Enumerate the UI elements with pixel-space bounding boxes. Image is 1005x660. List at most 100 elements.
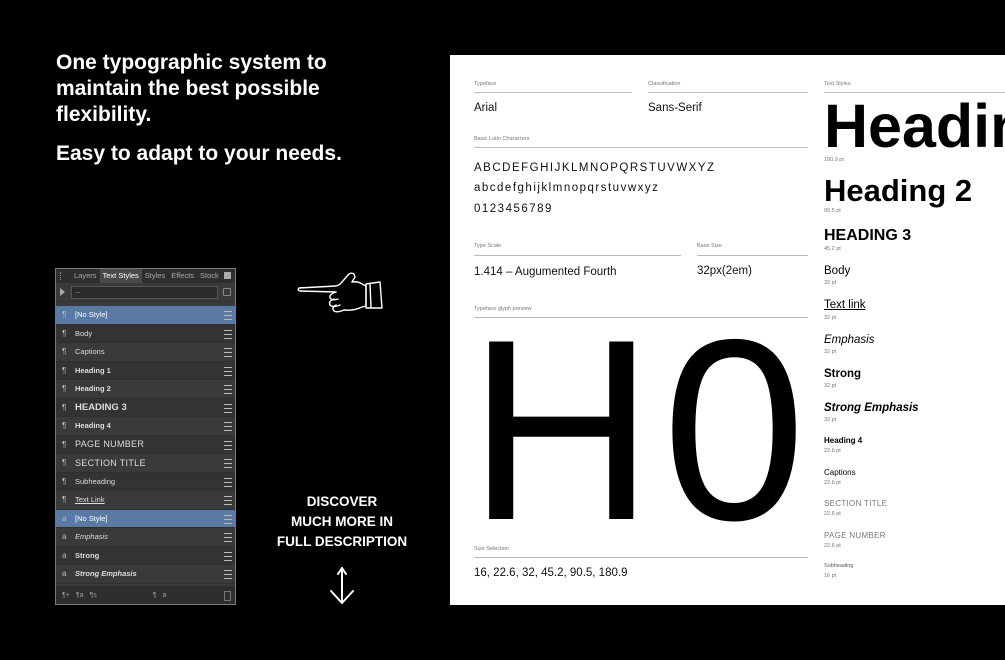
style-list-item[interactable]: a Emphasis xyxy=(56,528,235,547)
style-list-item[interactable]: ¶ Captions xyxy=(56,343,235,362)
typeface-value: Arial xyxy=(474,102,498,114)
headline: One typographic system to maintain the b… xyxy=(56,51,327,126)
paragraph-style-icon: ¶ xyxy=(62,439,67,449)
paragraph-style-icon: ¶ xyxy=(62,421,67,431)
style-sample-heading-2: Heading 2 xyxy=(824,173,973,208)
divider xyxy=(474,92,632,93)
base-size-label: Base Size xyxy=(697,243,722,249)
tab-styles[interactable]: Styles xyxy=(142,269,168,283)
style-list-item[interactable]: ¶ Heading 2 xyxy=(56,380,235,399)
style-size-body: 32 pt xyxy=(824,280,837,286)
tab-effects[interactable]: Effects xyxy=(168,269,197,283)
new-character-style-icon[interactable]: ¶a xyxy=(76,592,84,599)
style-list-item[interactable]: ¶ [No Style] xyxy=(56,306,235,325)
style-options-icon[interactable] xyxy=(224,403,232,413)
apply-style-icon[interactable]: ¶ xyxy=(153,592,157,599)
style-list-item-label: Text Link xyxy=(75,495,105,505)
style-list-item-label: Strong Emphasis xyxy=(75,569,137,579)
style-options-icon[interactable] xyxy=(224,385,232,394)
paragraph-style-icon: ¶ xyxy=(62,402,67,412)
style-list-item[interactable]: a [No Style] xyxy=(56,509,235,528)
style-list-item-label: Body xyxy=(75,328,93,338)
character-style-icon: a xyxy=(62,569,67,579)
style-options-icon[interactable] xyxy=(224,533,232,542)
lowercase-characters: abcdefghijklmnopqrstuvwxyz xyxy=(474,182,660,194)
style-list-item[interactable]: ¶ Heading 4 xyxy=(56,417,235,436)
style-options-icon[interactable] xyxy=(224,514,232,524)
tab-text-styles[interactable]: Text Styles xyxy=(99,269,142,283)
style-size-captions: 22.6 pt xyxy=(824,480,841,486)
style-list-item[interactable]: ¶ Heading 1 xyxy=(56,361,235,380)
style-size-heading-4: 22.6 pt xyxy=(824,448,841,454)
style-size-heading-1: 180.9 pt xyxy=(824,157,844,163)
panel-grip-handle[interactable] xyxy=(60,272,65,280)
text-styles-label: Text Styles xyxy=(824,81,851,87)
style-list-item-label: Captions xyxy=(75,347,105,357)
style-search-input[interactable]: ... xyxy=(71,285,218,299)
style-sample-heading-3: HEADING 3 xyxy=(824,227,912,244)
style-options-icon[interactable] xyxy=(224,551,232,561)
style-size-emphasis: 32 pt xyxy=(824,349,837,355)
style-size-page-number: 22.6 pt xyxy=(824,543,841,549)
divider xyxy=(474,557,808,558)
character-style-icon: a xyxy=(62,513,67,523)
style-options-icon[interactable] xyxy=(224,329,232,339)
size-selection-label: Size Selection xyxy=(474,546,509,552)
style-sample-section-title: SECTION TITLE xyxy=(824,499,888,508)
style-list-item[interactable]: ¶ Subheading xyxy=(56,472,235,491)
basic-latin-label: Basic Latin Characters xyxy=(474,136,530,142)
style-list-item[interactable]: a Strong Emphasis xyxy=(56,565,235,584)
style-options-icon[interactable] xyxy=(224,477,232,487)
style-sample-captions: Captions xyxy=(824,468,856,477)
style-sample-text-link[interactable]: Text link xyxy=(824,298,866,312)
style-list-item[interactable]: a Strong xyxy=(56,546,235,565)
style-size-section-title: 22.6 pt xyxy=(824,511,841,517)
style-sample-page-number: PAGE NUMBER xyxy=(824,531,886,540)
style-size-subheading: 16 pt xyxy=(824,573,837,579)
new-paragraph-style-icon[interactable]: ¶+ xyxy=(62,592,70,599)
panel-menu-icon[interactable] xyxy=(224,272,231,279)
style-options-icon[interactable] xyxy=(224,422,232,431)
style-options-icon[interactable] xyxy=(224,440,232,450)
base-size-value: 32px(2em) xyxy=(697,265,752,277)
typeface-label: Typeface xyxy=(474,81,497,87)
paragraph-style-icon: ¶ xyxy=(62,328,67,338)
tab-stock[interactable]: Stock xyxy=(197,269,222,283)
divider xyxy=(648,92,808,93)
style-sample-heading-1: Heading 1 xyxy=(824,92,1005,160)
uppercase-characters: ABCDEFGHIJKLMNOPQRSTUVWXYZ xyxy=(474,162,716,174)
style-list-item[interactable]: ¶ PAGE NUMBER xyxy=(56,435,235,454)
expand-triangle-icon[interactable] xyxy=(60,288,65,296)
filter-icon[interactable] xyxy=(223,288,231,296)
tab-layers[interactable]: Layers xyxy=(71,269,100,283)
paragraph-style-icon: ¶ xyxy=(62,310,67,320)
style-sample-subheading: Subheading xyxy=(824,563,854,569)
style-list-item-label: Emphasis xyxy=(75,532,108,542)
style-options-icon[interactable] xyxy=(224,311,232,320)
style-list-item[interactable]: ¶ Body xyxy=(56,324,235,343)
style-options-icon[interactable] xyxy=(224,496,232,505)
style-list-item[interactable]: ¶ Text Link xyxy=(56,491,235,510)
divider xyxy=(474,147,808,148)
style-list-item-label: HEADING 3 xyxy=(75,401,127,413)
style-options-icon[interactable] xyxy=(224,570,232,579)
clear-style-icon[interactable]: a xyxy=(163,592,167,599)
style-list-item[interactable]: ¶ HEADING 3 xyxy=(56,398,235,417)
style-list-item-label: Heading 2 xyxy=(75,384,111,394)
paragraph-style-icon: ¶ xyxy=(62,365,67,375)
style-size-heading-3: 45.2 pt xyxy=(824,246,841,252)
style-options-icon[interactable] xyxy=(224,348,232,357)
divider xyxy=(697,255,808,256)
panel-tab-bar: Layers Text Styles Styles Effects Stock xyxy=(56,269,235,283)
delete-style-icon[interactable] xyxy=(224,591,231,601)
pointing-hand-icon xyxy=(297,272,383,313)
divider xyxy=(474,255,681,256)
style-options-icon[interactable] xyxy=(224,366,232,376)
style-sample-heading-4: Heading 4 xyxy=(824,436,863,445)
style-options-icon[interactable] xyxy=(224,459,232,468)
new-style-group-icon[interactable]: ¶s xyxy=(90,592,97,599)
style-list-item-label: Heading 4 xyxy=(75,421,111,431)
glyph-preview: H0 xyxy=(468,285,814,574)
style-list-item-label: SECTION TITLE xyxy=(75,457,146,468)
style-list-item[interactable]: ¶ SECTION TITLE xyxy=(56,454,235,473)
